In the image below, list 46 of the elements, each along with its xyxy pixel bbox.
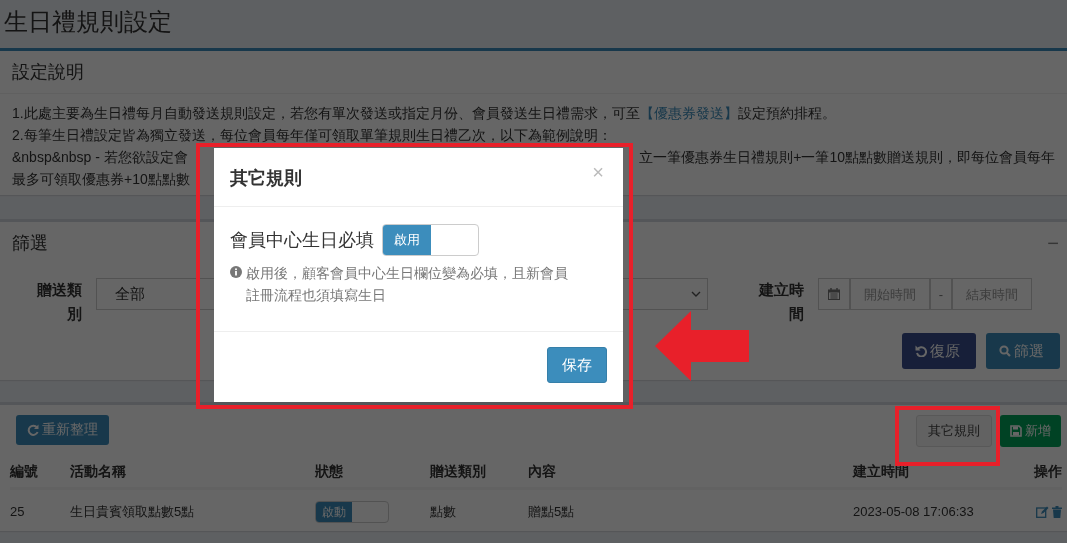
arrow-icon: [655, 311, 749, 381]
help-text: 啟用後，顧客會員中心生日欄位變為必填，且新會員註冊流程也須填寫生日: [246, 264, 569, 305]
panel-title: 篩選: [11, 232, 49, 255]
range-separator: -: [930, 278, 952, 310]
modal-title: 其它規則: [230, 167, 302, 190]
other-rules-button[interactable]: 其它規則: [916, 415, 992, 447]
trash-icon[interactable]: [1052, 506, 1062, 518]
chevron-down-icon: [691, 291, 701, 297]
table-cell: 點數: [430, 489, 528, 531]
column-header: 贈送類別: [430, 455, 528, 489]
panel-title: 設定說明: [0, 51, 1067, 94]
collapse-button[interactable]: −: [1039, 231, 1067, 255]
calendar-icon: [828, 288, 840, 300]
column-header: 狀態: [315, 455, 430, 489]
add-button[interactable]: 新增: [1000, 415, 1061, 447]
table-cell: 25: [10, 489, 70, 531]
save-button[interactable]: 保存: [547, 347, 607, 383]
field-label: 建立時間: [757, 280, 804, 324]
column-header: 內容: [528, 455, 853, 489]
note-text: 最多可領取優惠券+10點點數: [12, 170, 190, 189]
info-icon: [230, 266, 242, 278]
column-header: 操作: [1002, 455, 1062, 489]
column-header: 活動名稱: [70, 455, 315, 489]
setting-label: 會員中心生日必填: [230, 229, 374, 252]
note-text: 立一筆優惠券生日禮規則+一筆10點點數贈送規則，即每位會員每年: [639, 148, 1055, 167]
field-label: 贈送類別: [36, 280, 82, 324]
edit-icon[interactable]: [1036, 506, 1049, 518]
undo-icon: [915, 345, 927, 357]
save-icon: [1010, 425, 1022, 437]
link[interactable]: 【優惠券發送】: [639, 105, 738, 121]
refresh-button[interactable]: 重新整理: [16, 415, 109, 445]
table-cell: 2023-05-08 17:06:33: [853, 489, 1002, 531]
reset-button[interactable]: 復原: [902, 333, 976, 369]
status-toggle[interactable]: 啟動: [315, 501, 389, 523]
filter-button[interactable]: 篩選: [986, 333, 1060, 369]
column-header: 編號: [10, 455, 70, 489]
table-cell: 贈點5點: [528, 489, 853, 531]
refresh-icon: [27, 424, 39, 436]
table-cell: 生日貴賓領取點數5點: [70, 489, 315, 531]
close-button[interactable]: ×: [588, 163, 608, 181]
note-text: 2.每筆生日禮設定皆為獨立發送，每位會員每年僅可領取單筆規則生日禮乙次，以下為範例說明：: [12, 126, 613, 145]
page-title: 生日禮規則設定: [3, 7, 173, 37]
note-text: &nbsp&nbsp - 若您欲設定會: [12, 148, 188, 167]
note-text: 1.此處主要為生日禮每月自動發送規則設定，若您有單次發送或指定月份、會員發送生日禮需求，可至【優惠券發送】設定預約排程。: [12, 104, 837, 123]
enable-toggle[interactable]: 啟用: [382, 224, 479, 256]
search-icon: [999, 345, 1011, 357]
